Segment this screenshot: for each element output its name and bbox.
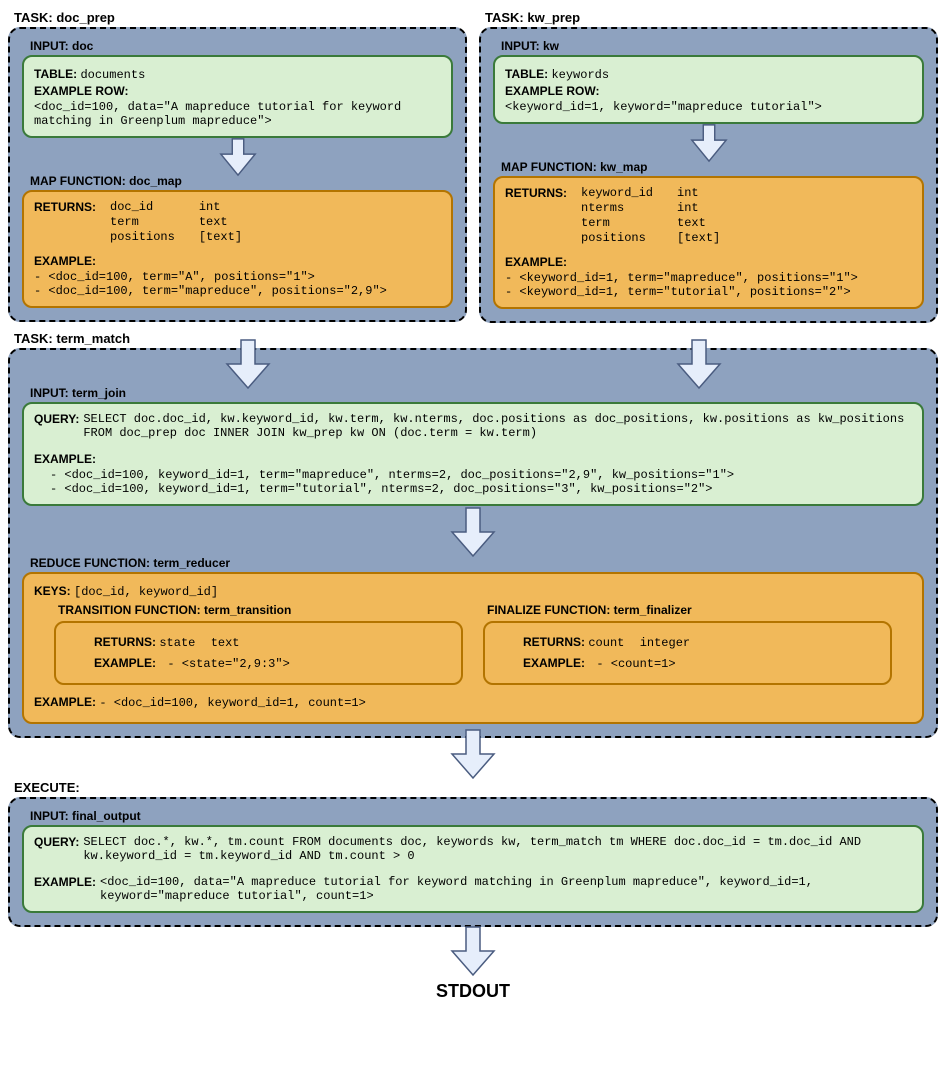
keys-value: [doc_id, keyword_id] [74, 585, 218, 599]
finalize-title: FINALIZE FUNCTION: term_finalizer [487, 603, 892, 617]
example-label: EXAMPLE: [34, 695, 96, 709]
arrow-icon [8, 923, 938, 979]
execute-label: EXECUTE: [14, 780, 938, 795]
arrow-icon [22, 504, 924, 560]
example-label: EXAMPLE: [523, 656, 585, 670]
doc-map-returns: doc_idint termtext positions[text] [110, 200, 242, 244]
keys-label: KEYS: [34, 584, 71, 598]
doc-prep-table-value: documents [80, 68, 145, 82]
reduce-inner-row: TRANSITION FUNCTION: term_transition RET… [54, 603, 892, 685]
term-join-input-box: QUERY: SELECT doc.doc_id, kw.keyword_id,… [22, 402, 924, 506]
prep-tasks-row: TASK: doc_prep INPUT: doc TABLE: documen… [8, 8, 938, 329]
kw-map-box: RETURNS: keyword_idint ntermsint termtex… [493, 176, 924, 309]
doc-prep-column: TASK: doc_prep INPUT: doc TABLE: documen… [8, 8, 467, 329]
arrow-icon [473, 336, 924, 392]
returns-label: RETURNS: [34, 200, 96, 244]
doc-prep-task-label: TASK: doc_prep [14, 10, 467, 25]
kw-prep-task-label: TASK: kw_prep [485, 10, 938, 25]
final-output-box: QUERY: SELECT doc.*, kw.*, tm.count FROM… [22, 825, 924, 913]
query-label: QUERY: [34, 412, 79, 426]
final-output-label: INPUT: final_output [30, 809, 924, 823]
arrow-icon [8, 726, 938, 782]
example-row-label: EXAMPLE ROW: [34, 84, 128, 98]
transition-box: RETURNS: state text EXAMPLE: - <state="2… [54, 621, 463, 685]
execute-task-box: INPUT: final_output QUERY: SELECT doc.*,… [8, 797, 938, 927]
doc-prep-example-row: <doc_id=100, data="A mapreduce tutorial … [34, 100, 441, 128]
doc-prep-input-box: TABLE: documents EXAMPLE ROW: <doc_id=10… [22, 55, 453, 138]
term-match-task-box: INPUT: term_join QUERY: SELECT doc.doc_i… [8, 348, 938, 738]
doc-prep-input-label: INPUT: doc [30, 39, 453, 53]
example-label: EXAMPLE: [505, 255, 567, 269]
reduce-box: KEYS: [doc_id, keyword_id] TRANSITION FU… [22, 572, 924, 724]
table-label: TABLE: [505, 67, 548, 81]
transition-example: - <state="2,9:3"> [167, 657, 289, 671]
table-label: TABLE: [34, 67, 77, 81]
kw-prep-column: TASK: kw_prep INPUT: kw TABLE: keywords … [479, 8, 938, 329]
stdout-label: STDOUT [8, 981, 938, 1002]
finalize-box: RETURNS: count integer EXAMPLE: - <count… [483, 621, 892, 685]
kw-prep-example-row: <keyword_id=1, keyword="mapreduce tutori… [505, 100, 912, 114]
query-label: QUERY: [34, 835, 79, 849]
finalize-column: FINALIZE FUNCTION: term_finalizer RETURN… [483, 603, 892, 685]
term-join-query: SELECT doc.doc_id, kw.keyword_id, kw.ter… [83, 412, 912, 440]
reduce-example: - <doc_id=100, keyword_id=1, count=1> [99, 696, 365, 710]
example-label: EXAMPLE: [34, 254, 96, 268]
kw-prep-task-box: INPUT: kw TABLE: keywords EXAMPLE ROW: <… [479, 27, 938, 323]
doc-map-box: RETURNS: doc_idint termtext positions[te… [22, 190, 453, 308]
kw-prep-input-box: TABLE: keywords EXAMPLE ROW: <keyword_id… [493, 55, 924, 124]
transition-returns-name: state [159, 636, 195, 650]
arrow-icon [22, 336, 473, 392]
returns-label: RETURNS: [523, 635, 585, 649]
final-output-example: <doc_id=100, data="A mapreduce tutorial … [100, 875, 912, 903]
transition-returns-type: text [211, 636, 240, 650]
example-row-label: EXAMPLE ROW: [505, 84, 599, 98]
finalize-returns-name: count [588, 636, 624, 650]
kw-map-returns: keyword_idint ntermsint termtext positio… [581, 186, 720, 245]
returns-label: RETURNS: [94, 635, 156, 649]
finalize-returns-type: integer [640, 636, 690, 650]
doc-prep-task-box: INPUT: doc TABLE: documents EXAMPLE ROW:… [8, 27, 467, 322]
example-label: EXAMPLE: [94, 656, 156, 670]
kw-prep-table-value: keywords [551, 68, 609, 82]
final-output-query: SELECT doc.*, kw.*, tm.count FROM docume… [83, 835, 912, 863]
transition-column: TRANSITION FUNCTION: term_transition RET… [54, 603, 463, 685]
kw-prep-input-label: INPUT: kw [501, 39, 924, 53]
returns-label: RETURNS: [505, 186, 567, 245]
term-join-examples: - <doc_id=100, keyword_id=1, term="mapre… [34, 468, 912, 496]
example-label: EXAMPLE: [34, 452, 96, 466]
finalize-example: - <count=1> [596, 657, 675, 671]
kw-map-example: - <keyword_id=1, term="mapreduce", posit… [505, 271, 912, 299]
doc-map-example: - <doc_id=100, term="A", positions="1"> … [34, 270, 441, 298]
arrow-icon [493, 122, 924, 164]
arrow-icon [22, 136, 453, 178]
two-arrows-row [22, 336, 924, 392]
example-label: EXAMPLE: [34, 875, 96, 889]
transition-title: TRANSITION FUNCTION: term_transition [58, 603, 463, 617]
